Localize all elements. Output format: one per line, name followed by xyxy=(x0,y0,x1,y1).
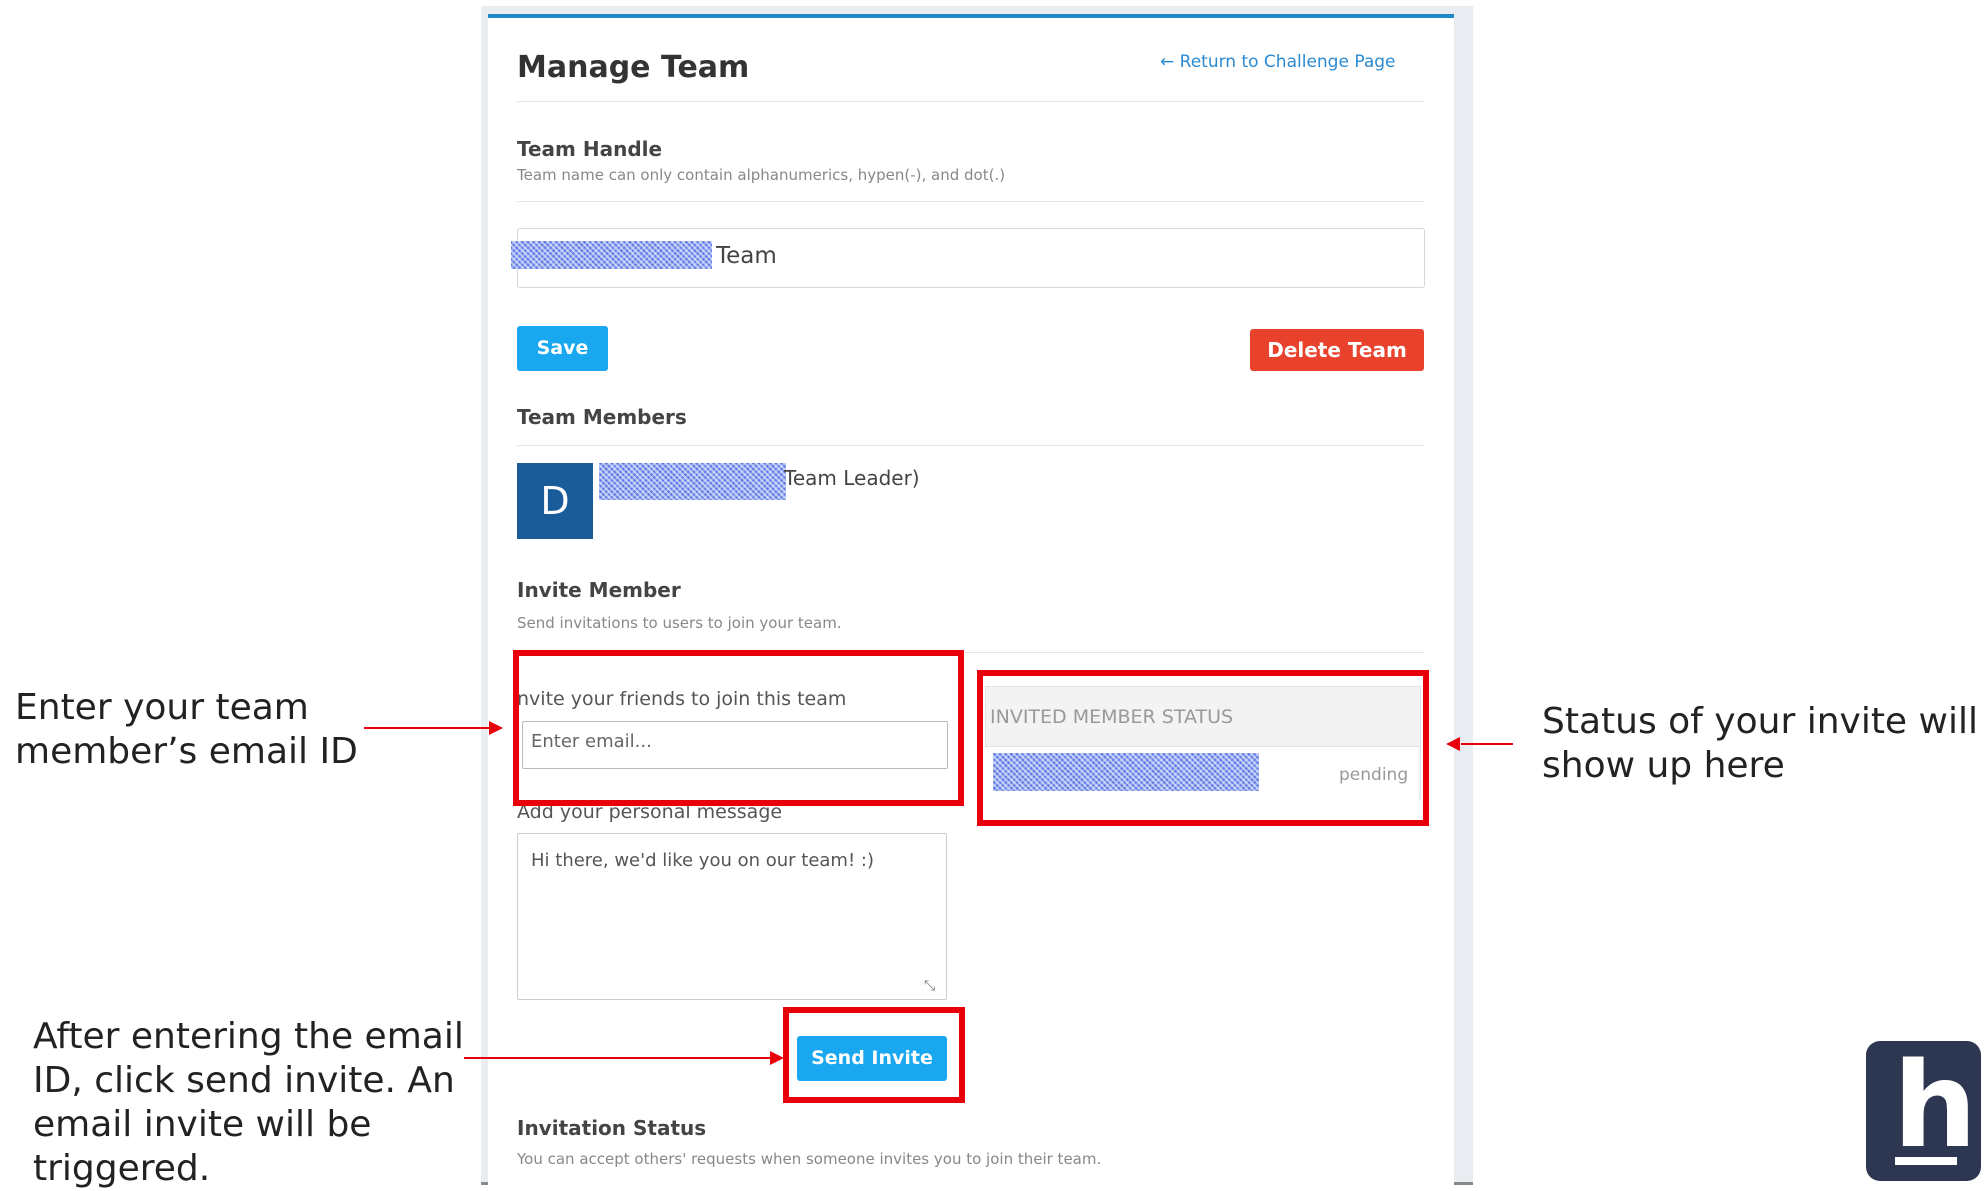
annotation-line: ID, click send invite. An xyxy=(33,1060,455,1101)
send-annotation: After entering the email ID, click send … xyxy=(33,1015,464,1191)
avatar: D xyxy=(517,463,593,539)
page-title: Manage Team xyxy=(517,50,750,85)
divider xyxy=(517,101,1425,102)
invite-member-hint: Send invitations to users to join your t… xyxy=(517,614,842,632)
email-arrow xyxy=(364,727,490,729)
email-highlight-box xyxy=(513,650,964,806)
annotation-line: email invite will be xyxy=(33,1104,372,1145)
annotation-line: Status of your invite will xyxy=(1542,701,1978,742)
resize-handle-icon[interactable]: ⤡ xyxy=(924,978,935,994)
send-arrow xyxy=(464,1057,770,1059)
status-annotation: Status of your invite will show up here xyxy=(1542,700,1978,788)
delete-team-button[interactable]: Delete Team xyxy=(1250,329,1424,371)
send-arrow-head xyxy=(770,1051,784,1065)
return-to-challenge-link[interactable]: ← Return to Challenge Page xyxy=(1160,52,1396,72)
annotation-line: Enter your team xyxy=(15,687,309,728)
annotation-line: After entering the email xyxy=(33,1016,464,1057)
save-button[interactable]: Save xyxy=(517,326,608,371)
team-members-label: Team Members xyxy=(517,405,687,429)
email-arrow-head xyxy=(489,721,503,735)
team-handle-hint: Team name can only contain alphanumerics… xyxy=(517,166,1006,184)
invitation-status-hint: You can accept others' requests when som… xyxy=(517,1150,1102,1168)
logo-underline xyxy=(1895,1157,1957,1165)
status-arrow-head xyxy=(1446,737,1460,751)
logo-letter: h xyxy=(1893,1036,1978,1174)
email-annotation: Enter your team member’s email ID xyxy=(15,686,358,774)
invitation-status-label: Invitation Status xyxy=(517,1116,707,1140)
annotation-line: triggered. xyxy=(33,1148,211,1189)
send-highlight-box xyxy=(783,1007,965,1103)
team-handle-label: Team Handle xyxy=(517,137,663,161)
divider xyxy=(517,445,1425,446)
redacted-team-name xyxy=(511,241,712,269)
divider xyxy=(517,201,1425,202)
annotation-line: member’s email ID xyxy=(15,731,358,772)
team-handle-value: Team xyxy=(716,243,777,269)
status-arrow xyxy=(1461,743,1513,745)
member-role: Team Leader) xyxy=(784,466,920,490)
status-highlight-box xyxy=(977,670,1429,826)
annotation-line: show up here xyxy=(1542,745,1785,786)
redacted-member-name xyxy=(599,463,786,500)
invite-member-label: Invite Member xyxy=(517,578,681,602)
personal-message-value: Hi there, we'd like you on our team! :) xyxy=(531,850,874,871)
